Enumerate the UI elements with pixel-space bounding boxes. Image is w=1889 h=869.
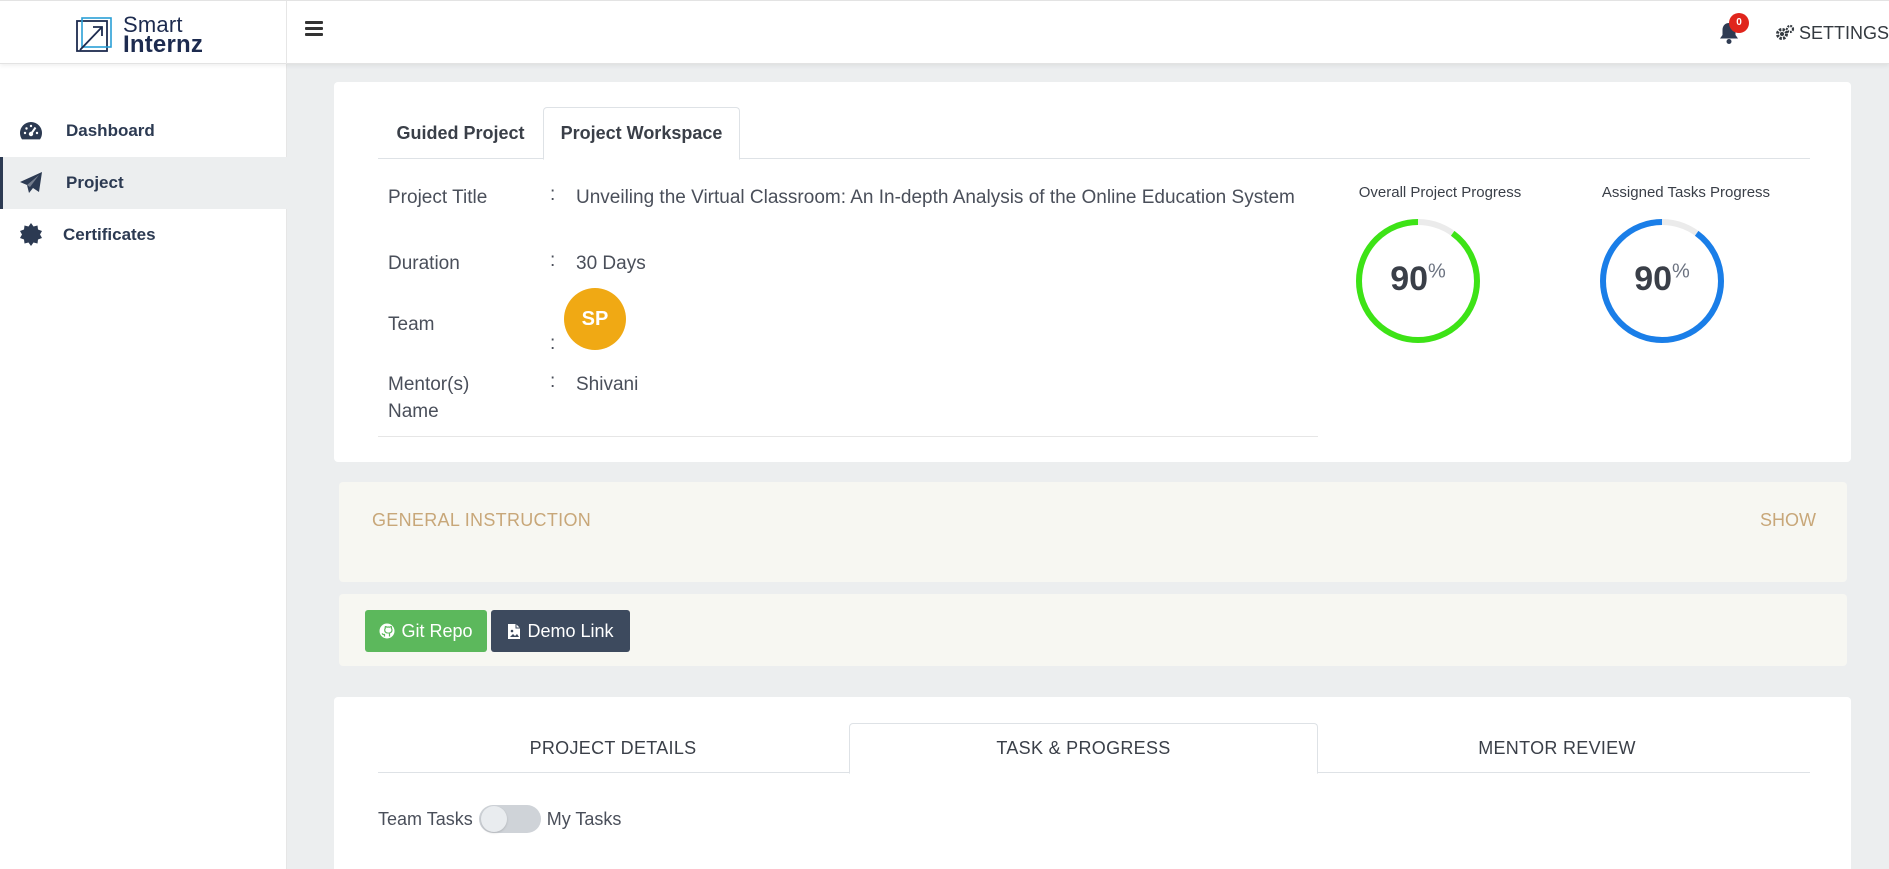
settings-button[interactable]: SETTINGS [1775, 21, 1889, 45]
show-instruction-button[interactable]: SHOW [1760, 510, 1816, 531]
certificate-icon [20, 223, 42, 246]
assigned-progress-title: Assigned Tasks Progress [1601, 184, 1771, 201]
menu-toggle-icon[interactable] [305, 21, 323, 39]
project-details-card: PROJECT DETAILS TASK & PROGRESS MENTOR R… [334, 697, 1851, 869]
project-title-value: Unveiling the Virtual Classroom: An In-d… [576, 187, 1295, 208]
demo-link-button[interactable]: Demo Link [491, 610, 630, 652]
task-scope-switch[interactable] [478, 805, 541, 833]
colon: : [550, 184, 556, 205]
project-title-label: Project Title [388, 187, 488, 208]
duration-value: 30 Days [576, 253, 646, 274]
assigned-progress-value: 90% [1634, 260, 1690, 298]
gears-icon [1776, 24, 1795, 40]
tab-project-workspace[interactable]: Project Workspace [543, 107, 740, 160]
sidebar-item-dashboard[interactable]: Dashboard [0, 105, 287, 157]
project-tabs: Guided Project Project Workspace [378, 107, 1810, 160]
my-tasks-label: My Tasks [546, 808, 622, 829]
overall-progress: Overall Project Progress [1355, 184, 1525, 201]
colon: : [550, 371, 556, 392]
team-tasks-label: Team Tasks [378, 808, 473, 829]
mentor-label: Mentor(s) Name [388, 374, 470, 422]
general-instruction-title: GENERAL INSTRUCTION [372, 510, 592, 530]
detail-tabs: PROJECT DETAILS TASK & PROGRESS MENTOR R… [378, 723, 1810, 774]
brand[interactable]: Smart Internz [0, 1, 287, 64]
mentor-value: Shivani [576, 374, 639, 395]
git-repo-button[interactable]: Git Repo [365, 610, 487, 652]
tab-mentor-review[interactable]: MENTOR REVIEW [1319, 723, 1795, 773]
notification-badge: 0 [1729, 13, 1749, 33]
sidebar-item-project[interactable]: Project [0, 157, 287, 209]
project-links-panel: Git Repo Demo Link [339, 594, 1847, 666]
sidebar-item-certificates[interactable]: Certificates [0, 209, 287, 261]
file-image-icon [508, 623, 521, 639]
overall-progress-title: Overall Project Progress [1358, 184, 1522, 201]
project-summary-card: Guided Project Project Workspace Project… [334, 82, 1851, 462]
switch-knob[interactable] [480, 806, 507, 832]
tab-task-progress[interactable]: TASK & PROGRESS [849, 723, 1318, 774]
divider [378, 436, 1318, 437]
brand-name: Smart Internz [123, 14, 204, 58]
sidebar: Dashboard Project Certificates [0, 64, 287, 869]
gauge-icon [20, 122, 42, 140]
sidebar-item-label: Certificates [63, 225, 156, 244]
tab-project-details[interactable]: PROJECT DETAILS [378, 723, 848, 773]
git-repo-label: Git Repo [401, 620, 473, 641]
sidebar-item-label: Project [66, 173, 124, 192]
settings-label: SETTINGS [1799, 22, 1889, 43]
colon: : [550, 250, 556, 271]
task-scope-toggle: Team Tasks My Tasks [378, 805, 621, 833]
colon: : [550, 333, 556, 354]
team-label: Team [388, 314, 435, 335]
general-instruction-panel: GENERAL INSTRUCTION SHOW [339, 482, 1847, 582]
logo-icon [76, 17, 112, 52]
overall-progress-value: 90% [1390, 260, 1446, 298]
brand-line-2: Internz [123, 31, 204, 58]
assigned-progress: Assigned Tasks Progress [1598, 184, 1774, 201]
duration-label: Duration [388, 253, 460, 274]
top-bar: Smart Internz 0 SETTINGS [0, 0, 1889, 64]
paper-plane-icon [20, 172, 42, 193]
sidebar-item-label: Dashboard [66, 121, 155, 140]
tab-guided-project[interactable]: Guided Project [378, 107, 543, 159]
demo-link-label: Demo Link [527, 620, 614, 641]
github-icon [379, 623, 395, 639]
avatar[interactable]: SP [564, 288, 626, 350]
